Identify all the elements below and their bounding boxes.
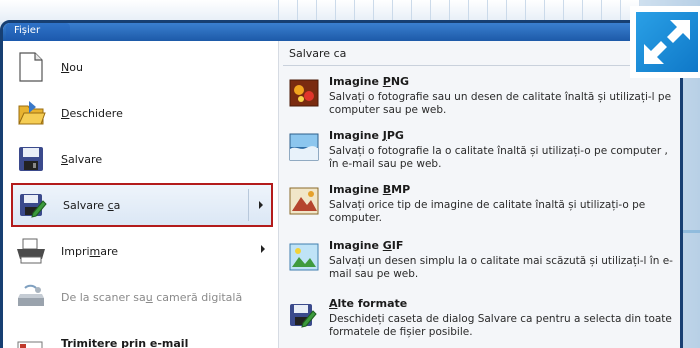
- menu-item-label: Nou: [61, 60, 83, 74]
- menu-item-label: Imprimare: [61, 244, 119, 258]
- format-title: Imagine JPG: [329, 129, 404, 142]
- format-title: Imagine GIF: [329, 239, 404, 252]
- gif-image-icon: [289, 243, 319, 273]
- submenu-header: Salvare ca: [289, 47, 347, 60]
- format-description: Salvați o fotografie la o calitate înalt…: [329, 145, 668, 170]
- printer-icon: [15, 235, 47, 267]
- menu-item-print[interactable]: Imprimare: [11, 229, 273, 273]
- menu-left-pane: Nou Deschidere Salvare Salvare ca Imprim…: [3, 41, 278, 348]
- submenu-arrow-icon[interactable]: [259, 201, 263, 209]
- menu-item-save-as[interactable]: Salvare ca: [11, 183, 273, 227]
- menu-titlebar: [3, 23, 680, 41]
- save-as-gif[interactable]: Imagine GIF Salvați un desen simplu la o…: [287, 239, 680, 289]
- new-document-icon: [15, 51, 47, 83]
- expand-icon[interactable]: [634, 10, 700, 74]
- save-as-other-formats[interactable]: Alte formate Deschideți caseta de dialog…: [287, 297, 680, 347]
- save-as-icon: [17, 189, 49, 221]
- save-as-bmp[interactable]: Imagine BMP Salvați orice tip de imagine…: [287, 183, 680, 233]
- save-as-jpg[interactable]: Imagine JPG Salvați o fotografie la o ca…: [287, 129, 680, 179]
- format-title: Imagine BMP: [329, 183, 411, 196]
- menu-item-label: Salvare: [61, 152, 103, 166]
- menu-item-label: Salvare ca: [63, 198, 121, 212]
- file-menu: Fișier Nou Deschidere Salvare Salvare ca…: [0, 20, 683, 348]
- menu-item-label: Deschidere: [61, 106, 123, 120]
- menu-item-save[interactable]: Salvare: [11, 137, 273, 181]
- menu-item-new[interactable]: Nou: [11, 45, 273, 89]
- menu-item-email[interactable]: Trimitere prin e-mail: [11, 321, 273, 348]
- submenu-arrow-icon[interactable]: [261, 245, 265, 253]
- format-description: Salvați un desen simplu la o calitate ma…: [329, 255, 673, 280]
- menu-item-open[interactable]: Deschidere: [11, 91, 273, 135]
- bmp-image-icon: [289, 187, 319, 217]
- split-separator: [248, 189, 249, 221]
- png-image-icon: [289, 79, 319, 109]
- save-as-submenu: Salvare ca Imagine PNG Salvați o fotogra…: [278, 41, 680, 348]
- open-folder-icon: [15, 97, 47, 129]
- save-as-png[interactable]: Imagine PNG Salvați o fotografie sau un …: [287, 75, 680, 125]
- scanner-icon: [15, 281, 47, 313]
- format-description: Salvați orice tip de imagine de calitate…: [329, 199, 646, 224]
- save-floppy-icon: [15, 143, 47, 175]
- other-formats-icon: [289, 301, 319, 331]
- divider: [283, 65, 680, 66]
- menu-item-scanner: De la scaner sau cameră digitală: [11, 275, 273, 319]
- file-tab[interactable]: Fișier: [6, 23, 70, 41]
- format-title: Alte formate: [329, 297, 408, 310]
- email-icon: [15, 327, 47, 348]
- format-title: Imagine PNG: [329, 75, 410, 88]
- format-description: Salvați o fotografie sau un desen de cal…: [329, 91, 672, 116]
- format-description: Deschideți caseta de dialog Salvare ca p…: [329, 313, 672, 338]
- menu-item-label: Trimitere prin e-mail: [61, 336, 189, 348]
- menu-item-label: De la scaner sau cameră digitală: [61, 290, 243, 304]
- jpg-image-icon: [289, 133, 319, 163]
